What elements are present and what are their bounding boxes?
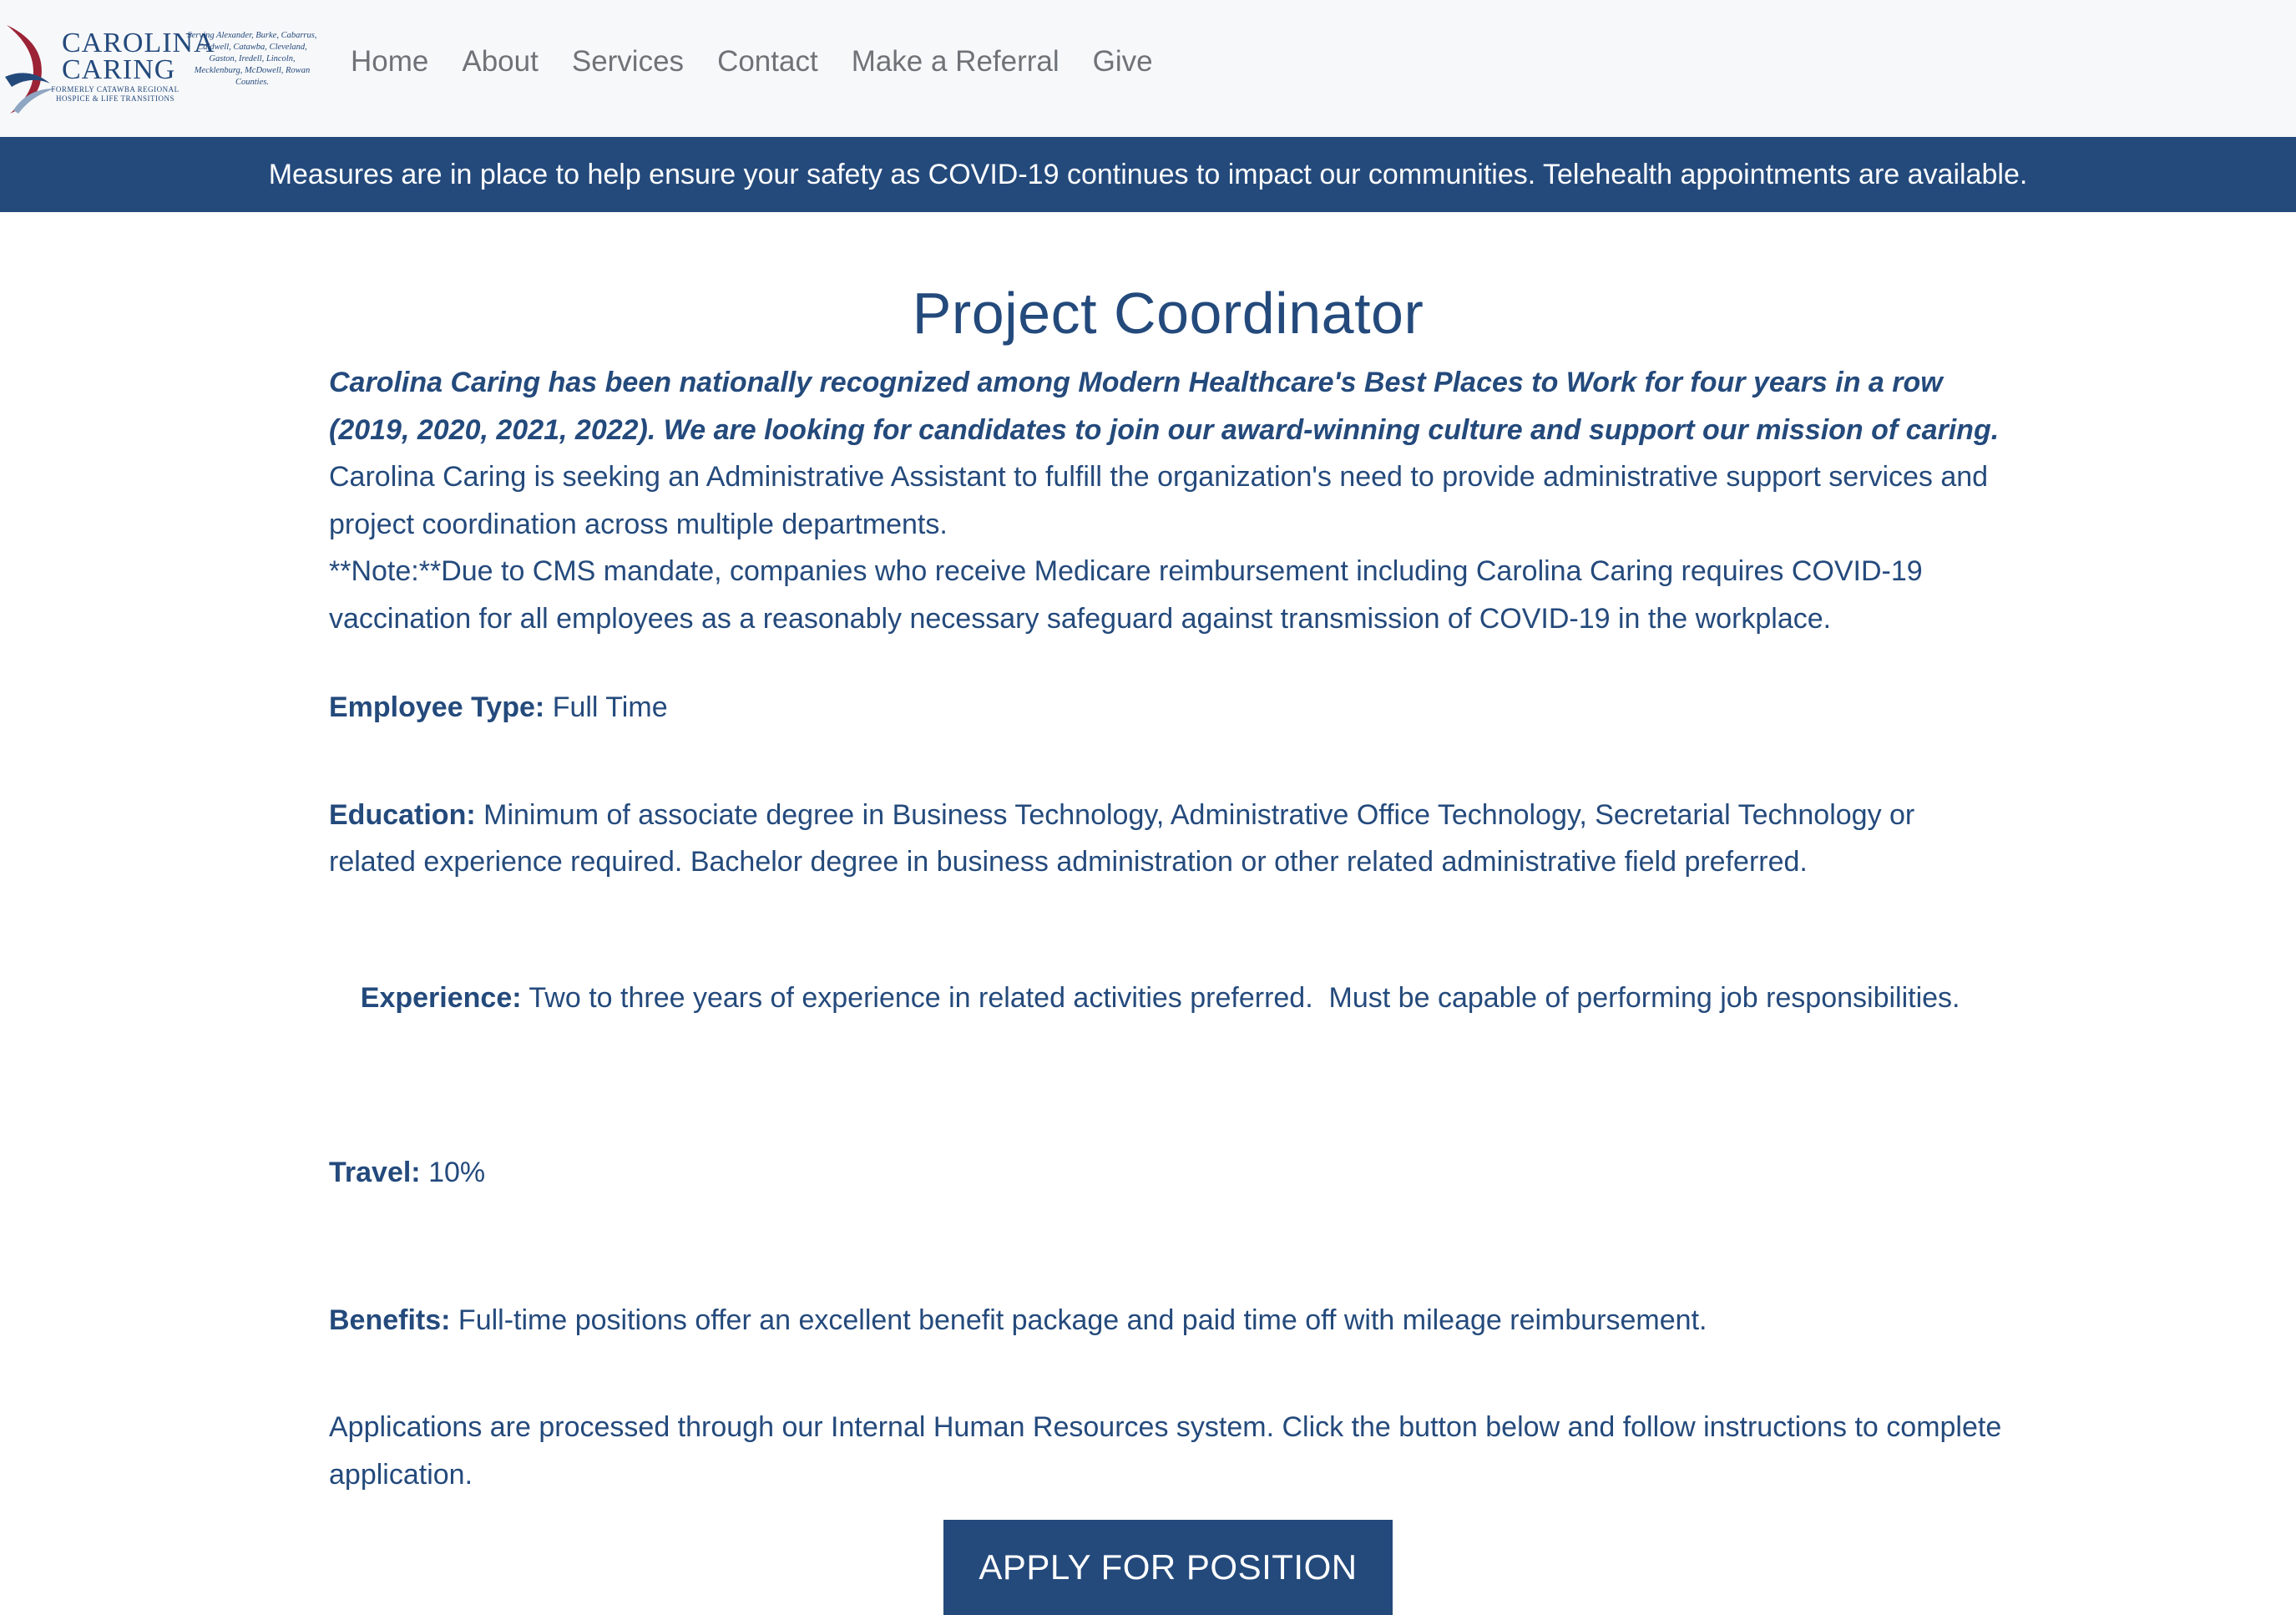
nav-give[interactable]: Give: [1093, 40, 1153, 84]
travel-section: Travel: 10%: [329, 1149, 2007, 1197]
page-title: Project Coordinator: [912, 281, 1424, 346]
benefits-label: Benefits:: [329, 1304, 451, 1336]
education-label: Education:: [329, 798, 476, 831]
travel-label: Travel:: [329, 1157, 421, 1188]
job-posting: Project Coordinator Carolina Caring has …: [329, 267, 2007, 1615]
education-section: Education: Minimum of associate degree i…: [329, 792, 2007, 886]
employee-type-value: Full Time: [552, 691, 668, 723]
covid-banner-text: Measures are in place to help ensure you…: [268, 159, 2028, 190]
logo-serving-counties: Serving Alexander, Burke, Cabarrus, Cald…: [187, 31, 317, 87]
carolina-caring-logo[interactable]: Carolina Caring Formerly Catawba Regiona…: [3, 13, 321, 114]
experience-section: Experience: Two to three years of experi…: [329, 928, 2007, 1070]
covid-banner: Measures are in place to help ensure you…: [0, 137, 2296, 212]
application-instructions: Applications are processed through our I…: [329, 1411, 2002, 1491]
apply-button-wrapper: APPLY FOR POSITION: [329, 1520, 2007, 1615]
nav-contact[interactable]: Contact: [717, 40, 818, 84]
main-nav: Home About Services Contact Make a Refer…: [351, 40, 1153, 84]
nav-make-a-referral[interactable]: Make a Referral: [852, 40, 1059, 84]
experience-value: Two to three years of experience in rela…: [528, 982, 1960, 1014]
benefits-value: Full-time positions offer an excellent b…: [458, 1304, 1707, 1336]
travel-value: 10%: [428, 1157, 486, 1188]
nav-about[interactable]: About: [462, 40, 538, 84]
job-summary: Carolina Caring is seeking an Administra…: [329, 461, 1989, 540]
benefits-section: Benefits: Full-time positions offer an e…: [329, 1297, 2007, 1344]
vaccination-note: **Note:**Due to CMS mandate, companies w…: [329, 555, 1923, 635]
experience-label: Experience:: [360, 982, 522, 1014]
nav-home[interactable]: Home: [351, 40, 428, 84]
nav-services[interactable]: Services: [572, 40, 684, 84]
recognition-statement: Carolina Caring has been nationally reco…: [329, 367, 2000, 446]
apply-for-position-button[interactable]: APPLY FOR POSITION: [943, 1520, 1393, 1615]
employee-type-label: Employee Type:: [329, 691, 545, 723]
logo-formerly-text: Formerly Catawba Regional Hospice & Life…: [51, 85, 180, 103]
education-value: Minimum of associate degree in Business …: [329, 798, 1915, 878]
site-header: Carolina Caring Formerly Catawba Regiona…: [0, 0, 2296, 137]
employee-type-section: Employee Type: Full Time: [329, 684, 2007, 732]
